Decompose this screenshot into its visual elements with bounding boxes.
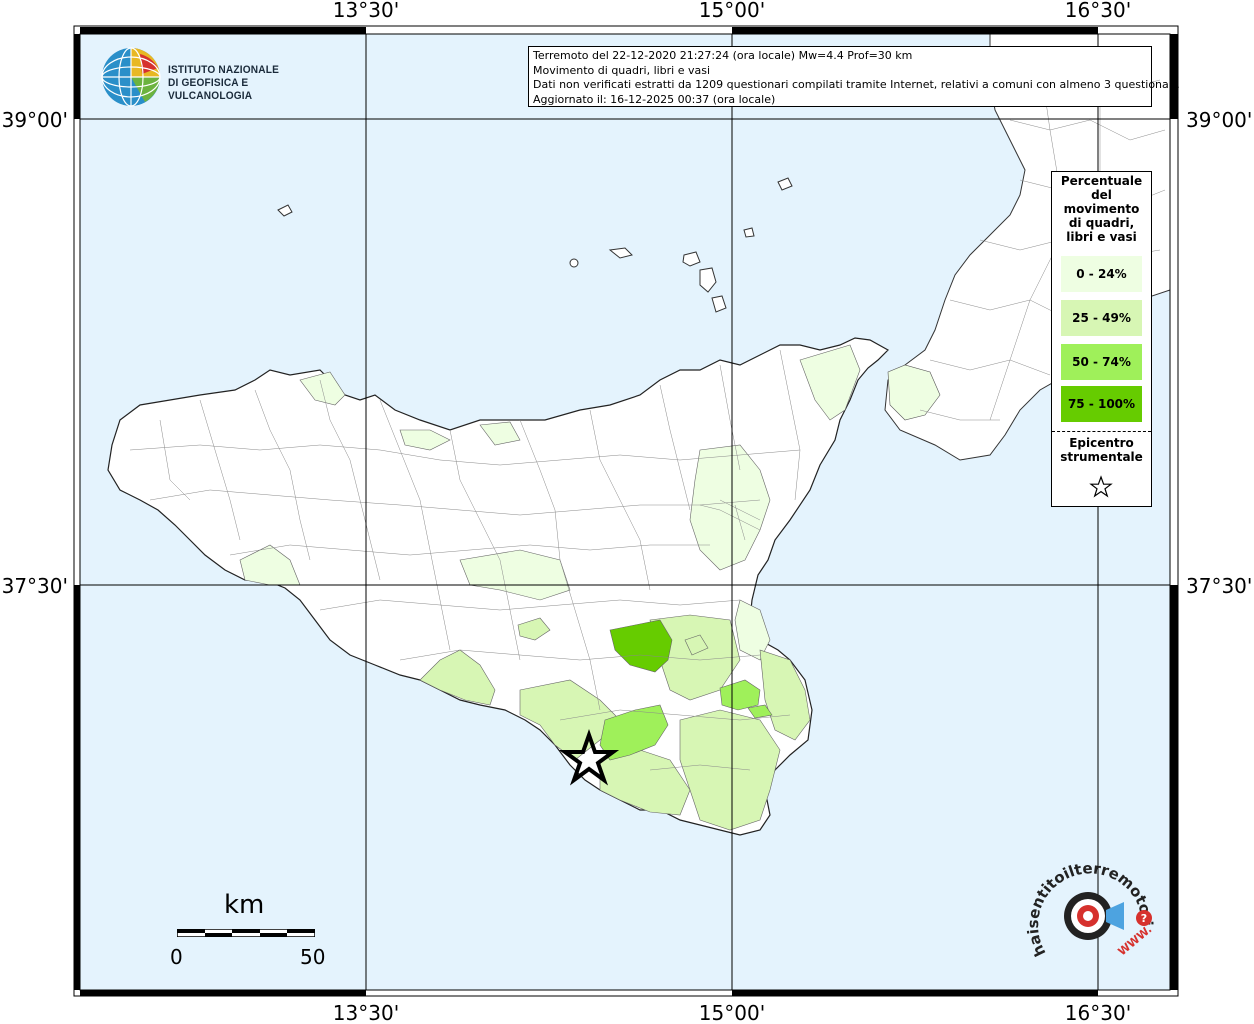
legend-epicenter-line: strumentale	[1060, 450, 1143, 464]
event-info-box: Terremoto del 22-12-2020 21:27:24 (ora l…	[528, 46, 1180, 107]
legend-title-line: libri e vasi	[1066, 230, 1137, 244]
legend-class-50-74: 50 - 74%	[1061, 344, 1142, 380]
legend-divider	[1052, 431, 1151, 432]
lat-label-right-2: 37°30'	[1186, 574, 1252, 598]
scale-unit: km	[224, 890, 265, 920]
info-effect-line: Movimento di quadri, libri e vasi	[533, 63, 711, 77]
legend-title-line: del	[1091, 188, 1112, 202]
legend-epicenter-label: Epicentro strumentale	[1052, 436, 1151, 464]
lat-label-right-1: 39°00'	[1186, 108, 1252, 132]
star-outline-icon	[1089, 475, 1113, 498]
legend-class-0-24: 0 - 24%	[1061, 256, 1142, 292]
legend-title-line: movimento	[1063, 202, 1140, 216]
lon-label-bottom-3: 16°30'	[1065, 1001, 1131, 1024]
legend-class-75-100: 75 - 100%	[1061, 386, 1142, 422]
island-alicudi	[569, 258, 579, 268]
lat-label-left-1: 39°00'	[2, 108, 68, 132]
institute-line2: DI GEOFISICA E VULCANOLOGIA	[168, 77, 253, 102]
svg-text:?: ?	[1141, 912, 1147, 925]
scale-min: 0	[170, 945, 183, 969]
lat-label-left-2: 37°30'	[2, 574, 68, 598]
hsit-logo: haisentitoilterremoto.it ? WWW.	[1024, 858, 1156, 959]
ingv-logo: ISTITUTO NAZIONALE DI GEOFISICA E VULCAN…	[100, 46, 330, 110]
lon-label-bottom-1: 13°30'	[333, 1001, 399, 1024]
institute-name: ISTITUTO NAZIONALE DI GEOFISICA E VULCAN…	[168, 64, 317, 103]
globe-icon	[101, 47, 161, 107]
legend-title-line: di quadri,	[1068, 216, 1135, 230]
scale-bar-graphic	[177, 929, 315, 937]
info-data-line: Dati non verificati estratti da 1209 que…	[533, 78, 1180, 91]
scale-max: 50	[300, 945, 326, 969]
info-updated-line: Aggiornato il: 16-12-2025 00:37 (ora loc…	[533, 92, 776, 106]
legend-epicenter-line: Epicentro	[1069, 436, 1134, 450]
info-event-line: Terremoto del 22-12-2020 21:27:24 (ora l…	[533, 49, 913, 62]
institute-line1: ISTITUTO NAZIONALE	[168, 64, 280, 76]
legend-title-line: Percentuale	[1060, 174, 1143, 188]
island-panarea	[743, 227, 755, 238]
lon-label-top-3: 16°30'	[1065, 0, 1131, 22]
lon-label-top-2: 15°00'	[699, 0, 765, 22]
legend: Percentuale del movimento di quadri, lib…	[1051, 171, 1152, 507]
lon-label-top-1: 13°30'	[333, 0, 399, 22]
legend-title: Percentuale del movimento di quadri, lib…	[1052, 172, 1151, 244]
lon-label-bottom-2: 15°00'	[699, 1001, 765, 1024]
legend-class-25-49: 25 - 49%	[1061, 300, 1142, 336]
scale-bar: km 0 50	[160, 890, 340, 970]
